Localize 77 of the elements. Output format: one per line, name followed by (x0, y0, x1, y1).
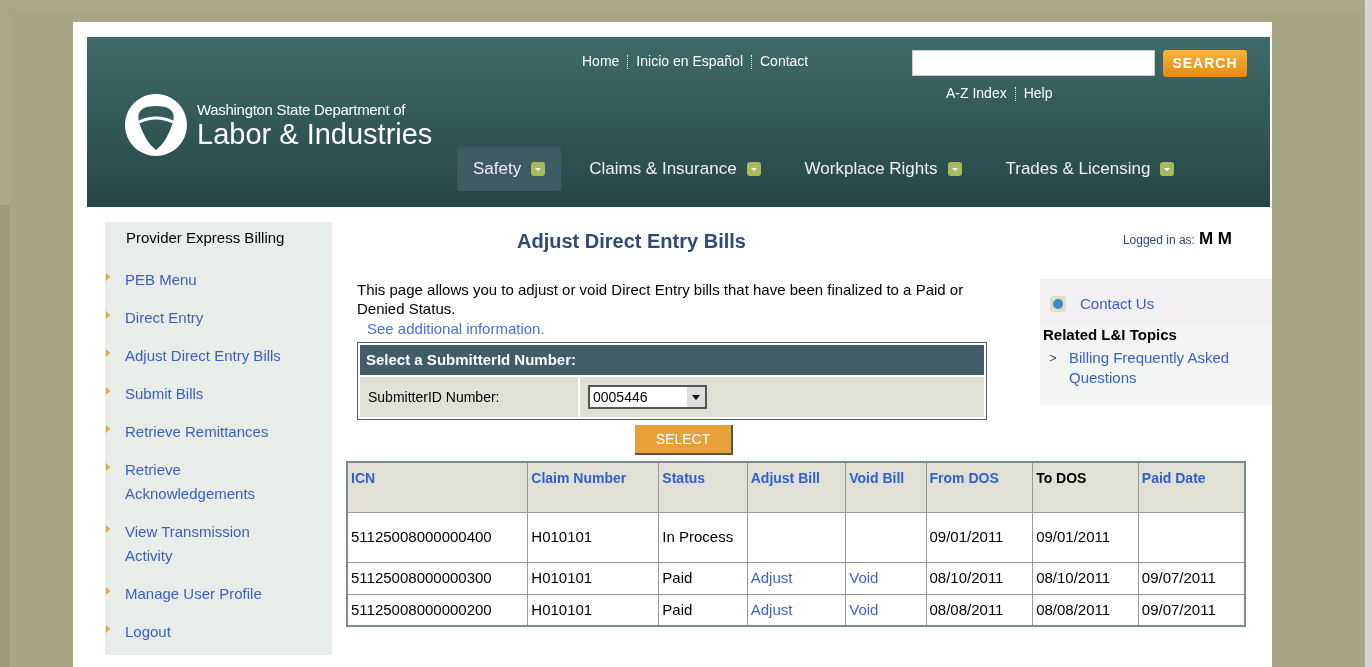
bullet-icon (106, 348, 110, 357)
dropdown-icon (531, 162, 546, 176)
dropdown-icon (746, 162, 761, 176)
top-nav-link[interactable]: Contact (760, 51, 809, 72)
table-cell: H010101 (531, 600, 593, 618)
bullet-icon (106, 386, 110, 395)
sidebar-link[interactable]: Logout (125, 619, 295, 644)
table-cell: In Process (662, 528, 734, 545)
intro-text: This page allows you to adjust or void Direct Entry bills that have been finalized to a Paid or Denied Status. (357, 280, 965, 318)
org-name-title: Labor & Industries (197, 119, 433, 149)
chevron-icon (1050, 355, 1056, 361)
org-name-line: Washington State Department of (197, 101, 407, 117)
sidebar-title: Provider Express Billing (125, 228, 286, 248)
table-cell: H010101 (531, 528, 593, 545)
table-cell: Paid (662, 569, 693, 586)
bullet-icon (106, 524, 110, 533)
dropdown-icon (1160, 162, 1175, 176)
main-nav-tab[interactable]: Workplace Rights (788, 147, 978, 191)
info-icon (1050, 296, 1066, 313)
sidebar-link[interactable]: Direct Entry (125, 305, 295, 330)
scrollbar[interactable] (1364, 0, 1372, 667)
logo-icon (123, 92, 189, 158)
field-label: SubmitterID Number: (360, 377, 578, 417)
table-cell: 08/08/2011 (1036, 600, 1111, 618)
sidebar-link[interactable]: View Transmission Activity (125, 519, 295, 568)
table-cell: 51125008000000200 (351, 600, 492, 618)
contact-link[interactable]: Contact Us (1080, 293, 1155, 316)
main-nav-tab[interactable]: Claims & Insurance (573, 147, 777, 191)
logged-in-label: Logged in as: (1122, 232, 1195, 249)
column-header[interactable]: ICN (347, 462, 528, 512)
table-cell: H010101 (531, 569, 593, 586)
column-header[interactable]: From DOS (926, 462, 1033, 512)
table-link[interactable]: Void (849, 569, 879, 586)
top-nav-link[interactable]: Home (582, 51, 620, 72)
bullet-icon (106, 586, 110, 595)
caret-icon (687, 387, 705, 407)
column-header[interactable]: Void Bill (845, 462, 926, 512)
utility-link[interactable]: Help (1023, 83, 1053, 104)
table-cell: 09/07/2011 (1141, 569, 1216, 586)
main-nav-tab[interactable]: Safety (457, 147, 562, 191)
table-cell: 08/08/2011 (929, 600, 1004, 618)
user-name: M M (1198, 228, 1232, 250)
column-header: To DOS (1032, 462, 1139, 512)
bullet-icon (106, 424, 110, 433)
table-cell: 08/10/2011 (929, 569, 1004, 586)
bullet-icon (106, 272, 110, 281)
sidebar-link[interactable]: Retrieve Remittances (125, 419, 295, 444)
bullet-icon (106, 310, 110, 319)
main-nav-tab[interactable]: Trades & Licensing (989, 147, 1191, 191)
table-cell: 51125008000000300 (351, 569, 492, 586)
sidebar-link[interactable]: Retrieve Acknowledgements (125, 457, 295, 506)
column-header[interactable]: Status (658, 462, 748, 512)
table-cell: 08/10/2011 (1036, 569, 1111, 586)
table-cell: 09/07/2011 (1141, 600, 1216, 618)
table-cell: 51125008000000400 (351, 528, 492, 545)
more-info-link[interactable]: See additional information. (357, 318, 996, 340)
column-header[interactable]: Adjust Bill (747, 462, 846, 512)
page-title: Adjust Direct Entry Bills (517, 229, 746, 254)
table-cell: 09/01/2011 (929, 528, 1004, 545)
topic-link[interactable]: Billing Frequently Asked Questions (1069, 348, 1269, 388)
bullet-icon (106, 462, 110, 471)
table-cell: Paid (662, 600, 693, 618)
search-field[interactable] (912, 50, 1155, 76)
column-header[interactable]: Claim Number (527, 462, 659, 512)
sidebar-link[interactable]: Manage User Profile (125, 581, 295, 606)
dropdown-icon (947, 162, 962, 176)
column-header[interactable]: Paid Date (1138, 462, 1245, 512)
utility-link[interactable]: A-Z Index (946, 83, 1007, 104)
top-nav-link[interactable]: Inicio en Español (636, 51, 743, 72)
form-heading: Select a SubmitterId Number: (360, 345, 984, 375)
sidebar-link[interactable]: PEB Menu (125, 267, 295, 292)
bullet-icon (106, 624, 110, 633)
sidebar-link[interactable]: Submit Bills (125, 381, 295, 406)
sidebar-link[interactable]: Adjust Direct Entry Bills (125, 343, 295, 368)
table-cell: 09/01/2011 (1036, 528, 1111, 545)
topics-heading: Related L&I Topics (1043, 324, 1178, 345)
submitter-select[interactable]: 0005446 (588, 385, 707, 409)
